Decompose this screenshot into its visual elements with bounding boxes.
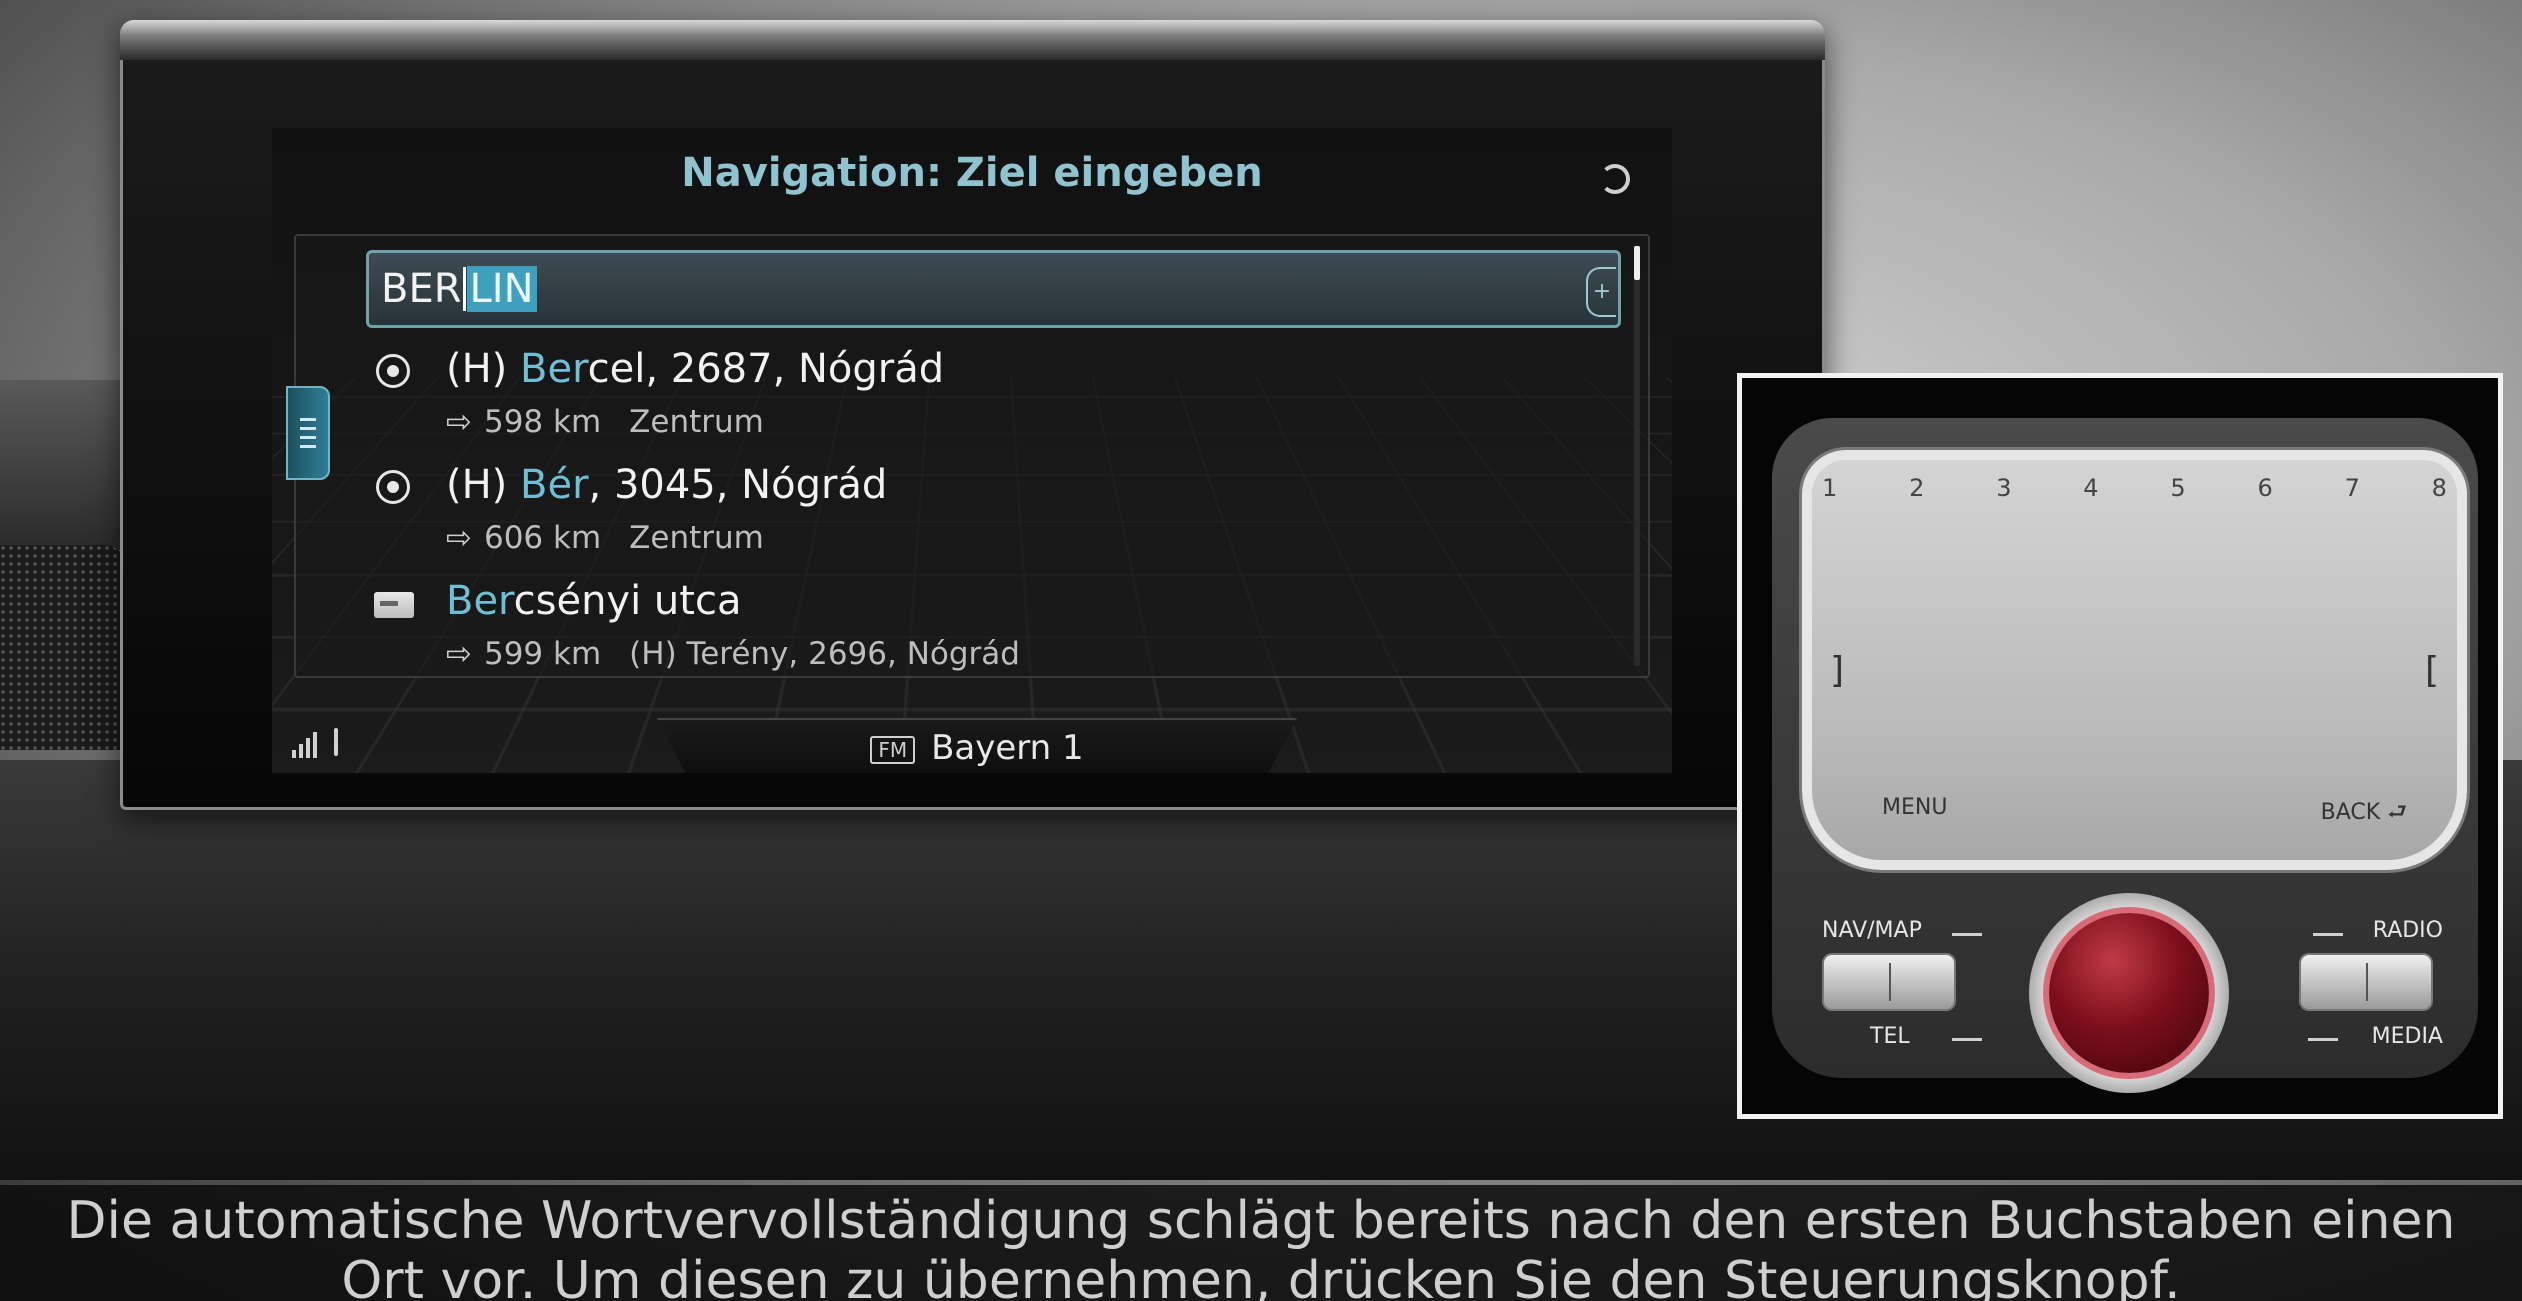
station-name: Bayern 1 bbox=[931, 728, 1084, 768]
rotary-knob-ring[interactable] bbox=[2029, 893, 2229, 1093]
radio-media-rocker-button[interactable] bbox=[2299, 953, 2433, 1011]
result-detail: Zentrum bbox=[629, 404, 764, 440]
mmi-screen: Navigation: Ziel eingeben BER LIN + (H) B… bbox=[272, 128, 1672, 773]
target-icon bbox=[376, 354, 410, 388]
phone-icon bbox=[334, 728, 338, 756]
radio-label: RADIO bbox=[2372, 918, 2443, 943]
subtitle-line-2: Ort vor. Um diesen zu übernehmen, drücke… bbox=[341, 1251, 2181, 1301]
result-title: Bercsényi utca bbox=[446, 578, 742, 624]
arrow-right-icon: ⇨ bbox=[446, 636, 472, 672]
back-button[interactable]: BACK ⮐ bbox=[2321, 795, 2407, 833]
result-distance: 599 km bbox=[483, 636, 602, 672]
loading-icon bbox=[1600, 164, 1630, 194]
target-icon bbox=[376, 470, 410, 504]
result-title: (H) Bér, 3045, Nógrád bbox=[446, 462, 888, 508]
result-title: (H) Bercel, 2687, Nógrád bbox=[446, 346, 945, 392]
indicator-dash bbox=[1952, 1038, 1982, 1041]
street-sign-icon bbox=[374, 592, 414, 618]
tel-label: TEL bbox=[1870, 1024, 1910, 1049]
favorite-number: 1 bbox=[1822, 474, 1838, 502]
result-detail: Zentrum bbox=[629, 520, 764, 556]
result-detail: (H) Terény, 2696, Nógrád bbox=[629, 636, 1020, 672]
destination-list-panel: BER LIN + (H) Bercel, 2687, Nógrád ⇨ 598 k… bbox=[286, 234, 1650, 678]
indicator-dash bbox=[2313, 933, 2343, 936]
rotary-push-knob[interactable] bbox=[2049, 913, 2209, 1073]
arrow-right-icon: ⇨ bbox=[446, 404, 472, 440]
speaker-grille bbox=[0, 545, 125, 750]
screen-title: Navigation: Ziel eingeben bbox=[681, 150, 1263, 196]
favorite-number: 2 bbox=[1909, 474, 1925, 502]
favorite-number: 3 bbox=[1996, 474, 2012, 502]
signal-strength-icon bbox=[292, 728, 352, 758]
favorite-number: 5 bbox=[2170, 474, 2186, 502]
text-cursor bbox=[462, 267, 466, 311]
right-bracket-icon: [ bbox=[2424, 650, 2439, 691]
now-playing: FM Bayern 1 bbox=[657, 728, 1297, 768]
result-distance: 606 km bbox=[483, 520, 602, 556]
touchpad[interactable]: 1 2 3 4 5 6 7 8 ] [ MENU BACK ⮐ bbox=[1802, 450, 2467, 870]
favorite-number: 6 bbox=[2257, 474, 2273, 502]
result-details: ⇨ 599 km (H) Terény, 2696, Nógrád bbox=[446, 636, 1020, 672]
scrollbar[interactable] bbox=[1634, 246, 1640, 666]
nav-map-label: NAV/MAP bbox=[1822, 918, 1922, 943]
left-bracket-icon: ] bbox=[1830, 650, 1845, 691]
subtitle-line-1: Die automatische Wortvervollständigung s… bbox=[66, 1191, 2456, 1251]
video-subtitle: Die automatische Wortvervollständigung s… bbox=[0, 1185, 2522, 1301]
autocomplete-suggestion: LIN bbox=[466, 266, 537, 312]
mmi-controller-inset: 1 2 3 4 5 6 7 8 ] [ MENU BACK ⮐ NAV/MAP … bbox=[1737, 373, 2503, 1119]
fm-badge: FM bbox=[870, 735, 916, 764]
indicator-dash bbox=[2308, 1038, 2338, 1041]
favorite-number: 7 bbox=[2344, 474, 2360, 502]
menu-tab-icon[interactable] bbox=[286, 386, 330, 480]
dashboard-trim bbox=[0, 380, 130, 550]
favorite-number: 4 bbox=[2083, 474, 2099, 502]
scrollbar-thumb[interactable] bbox=[1634, 246, 1640, 280]
destination-input[interactable]: BER LIN + bbox=[366, 250, 1621, 328]
typed-text: BER bbox=[381, 266, 462, 312]
favorite-number: 8 bbox=[2431, 474, 2447, 502]
result-details: ⇨ 598 km Zentrum bbox=[446, 404, 764, 440]
audio-source-tab[interactable]: FM Bayern 1 bbox=[657, 718, 1297, 773]
result-distance: 598 km bbox=[483, 404, 602, 440]
arrow-right-icon: ⇨ bbox=[446, 520, 472, 556]
indicator-dash bbox=[1952, 933, 1982, 936]
favorite-numbers: 1 2 3 4 5 6 7 8 bbox=[1822, 474, 2447, 502]
result-details: ⇨ 606 km Zentrum bbox=[446, 520, 764, 556]
nav-tel-rocker-button[interactable] bbox=[1822, 953, 1956, 1011]
menu-button[interactable]: MENU bbox=[1882, 795, 1947, 820]
plus-icon[interactable]: + bbox=[1586, 267, 1616, 317]
media-label: MEDIA bbox=[2371, 1024, 2443, 1049]
back-arrow-icon: ⮐ bbox=[2387, 800, 2407, 825]
